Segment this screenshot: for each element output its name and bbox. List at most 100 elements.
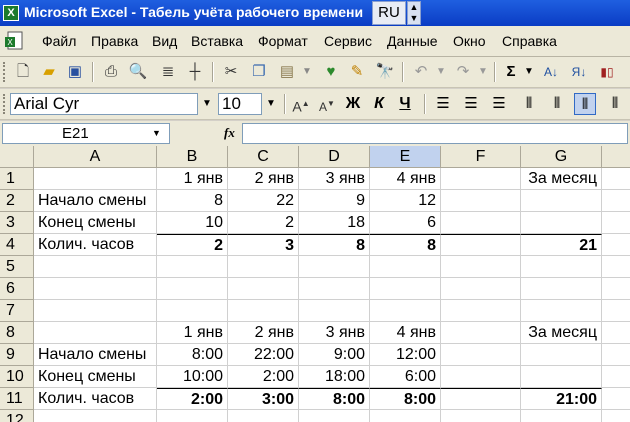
- cell-h6[interactable]: [602, 278, 630, 300]
- toolbar-grip[interactable]: [3, 94, 8, 114]
- cell-f11[interactable]: [441, 388, 521, 410]
- cell-c5[interactable]: [228, 256, 299, 278]
- cell-g12[interactable]: [521, 410, 602, 422]
- italic-icon[interactable]: К: [368, 93, 390, 115]
- copy-icon[interactable]: ❐: [248, 61, 270, 83]
- row-header-7[interactable]: 7: [0, 300, 34, 322]
- cell-c6[interactable]: [228, 278, 299, 300]
- cell-c12[interactable]: [228, 410, 299, 422]
- row-header-4[interactable]: 4: [0, 234, 34, 256]
- cell-f12[interactable]: [441, 410, 521, 422]
- cell-a9[interactable]: Начало смены: [34, 344, 157, 366]
- research-icon[interactable]: ≣: [157, 61, 179, 83]
- find-icon[interactable]: 🔭: [374, 61, 396, 83]
- cell-a2[interactable]: Начало смены: [34, 190, 157, 212]
- decrease-font-size-icon[interactable]: A▼: [316, 93, 338, 115]
- cell-a7[interactable]: [34, 300, 157, 322]
- menu-data[interactable]: Данные: [387, 33, 438, 49]
- cell-e10[interactable]: 6:00: [370, 366, 441, 388]
- cell-d12[interactable]: [299, 410, 370, 422]
- cell-c8[interactable]: 2 янв: [228, 322, 299, 344]
- cell-c11[interactable]: 3:00: [228, 388, 299, 410]
- cell-a12[interactable]: [34, 410, 157, 422]
- sort-ascending-icon[interactable]: A↓: [540, 61, 562, 83]
- sort-descending-icon[interactable]: Я↓: [568, 61, 590, 83]
- increase-font-size-icon[interactable]: A▲: [290, 93, 312, 115]
- cell-a6[interactable]: [34, 278, 157, 300]
- paste-icon[interactable]: ▤: [276, 61, 298, 83]
- paste-dropdown-icon[interactable]: ▼: [298, 61, 316, 83]
- new-document-icon[interactable]: 🗋: [12, 61, 34, 83]
- cell-f3[interactable]: [441, 212, 521, 234]
- column-header-d[interactable]: D: [299, 146, 370, 168]
- cell-d11[interactable]: 8:00: [299, 388, 370, 410]
- language-menu-arrow-icon[interactable]: ▲ ▼: [407, 1, 421, 25]
- cell-c7[interactable]: [228, 300, 299, 322]
- menu-format[interactable]: Формат: [258, 33, 308, 49]
- cell-f10[interactable]: [441, 366, 521, 388]
- align-left-icon[interactable]: ☰: [432, 93, 454, 115]
- menu-insert[interactable]: Вставка: [191, 33, 243, 49]
- menu-help[interactable]: Справка: [502, 33, 557, 49]
- cell-e4[interactable]: 8: [370, 234, 441, 256]
- cell-e9[interactable]: 12:00: [370, 344, 441, 366]
- column-header-c[interactable]: C: [228, 146, 299, 168]
- cell-b4[interactable]: 2: [157, 234, 228, 256]
- cell-e8[interactable]: 4 янв: [370, 322, 441, 344]
- column-header-a[interactable]: A: [34, 146, 157, 168]
- cell-h7[interactable]: [602, 300, 630, 322]
- workbook-icon[interactable]: X: [4, 31, 26, 51]
- cell-c10[interactable]: 2:00: [228, 366, 299, 388]
- toolbar-grip[interactable]: [3, 62, 8, 82]
- cell-b3[interactable]: 10: [157, 212, 228, 234]
- cell-f1[interactable]: [441, 168, 521, 190]
- cell-b11[interactable]: 2:00: [157, 388, 228, 410]
- cell-g8[interactable]: За месяц: [521, 322, 602, 344]
- cell-a1[interactable]: [34, 168, 157, 190]
- cell-e11[interactable]: 8:00: [370, 388, 441, 410]
- cell-a11[interactable]: Колич. часов: [34, 388, 157, 410]
- cell-h8[interactable]: [602, 322, 630, 344]
- brush-icon[interactable]: ✎: [346, 61, 368, 83]
- insert-function-icon[interactable]: fx: [224, 125, 235, 141]
- cell-e2[interactable]: 12: [370, 190, 441, 212]
- cell-g1[interactable]: За месяц: [521, 168, 602, 190]
- cell-g7[interactable]: [521, 300, 602, 322]
- cell-f5[interactable]: [441, 256, 521, 278]
- cell-b1[interactable]: 1 янв: [157, 168, 228, 190]
- row-header-12[interactable]: 12: [0, 410, 34, 422]
- chart-wizard-icon[interactable]: ▮▯: [596, 61, 618, 83]
- cell-h9[interactable]: [602, 344, 630, 366]
- cell-b7[interactable]: [157, 300, 228, 322]
- cell-b8[interactable]: 1 янв: [157, 322, 228, 344]
- column-header-e[interactable]: E: [370, 146, 441, 168]
- menu-view[interactable]: Вид: [152, 33, 177, 49]
- cell-d8[interactable]: 3 янв: [299, 322, 370, 344]
- align-center-icon[interactable]: ☰: [460, 93, 482, 115]
- cell-e3[interactable]: 6: [370, 212, 441, 234]
- font-size-dropdown-icon[interactable]: ▼: [262, 93, 280, 115]
- cut-icon[interactable]: ✂: [220, 61, 242, 83]
- cell-d6[interactable]: [299, 278, 370, 300]
- cell-c9[interactable]: 22:00: [228, 344, 299, 366]
- cell-c1[interactable]: 2 янв: [228, 168, 299, 190]
- cell-g9[interactable]: [521, 344, 602, 366]
- menu-window[interactable]: Окно: [453, 33, 486, 49]
- save-icon[interactable]: ▣: [64, 61, 86, 83]
- cell-d2[interactable]: 9: [299, 190, 370, 212]
- font-name-dropdown-icon[interactable]: ▼: [198, 93, 216, 115]
- justify-icon[interactable]: ⦀: [518, 93, 540, 115]
- excel-app-icon[interactable]: X: [3, 5, 19, 21]
- cell-f6[interactable]: [441, 278, 521, 300]
- print-icon[interactable]: ⎙: [100, 61, 122, 83]
- row-header-1[interactable]: 1: [0, 168, 34, 190]
- cell-d4[interactable]: 8: [299, 234, 370, 256]
- cell-d3[interactable]: 18: [299, 212, 370, 234]
- cell-h5[interactable]: [602, 256, 630, 278]
- menu-edit[interactable]: Правка: [91, 33, 138, 49]
- align-right-icon[interactable]: ☰: [488, 93, 510, 115]
- distributed-icon[interactable]: ⦀: [546, 93, 568, 115]
- row-header-8[interactable]: 8: [0, 322, 34, 344]
- undo-dropdown-icon[interactable]: ▼: [432, 61, 450, 83]
- autosum-icon[interactable]: Σ: [500, 61, 522, 83]
